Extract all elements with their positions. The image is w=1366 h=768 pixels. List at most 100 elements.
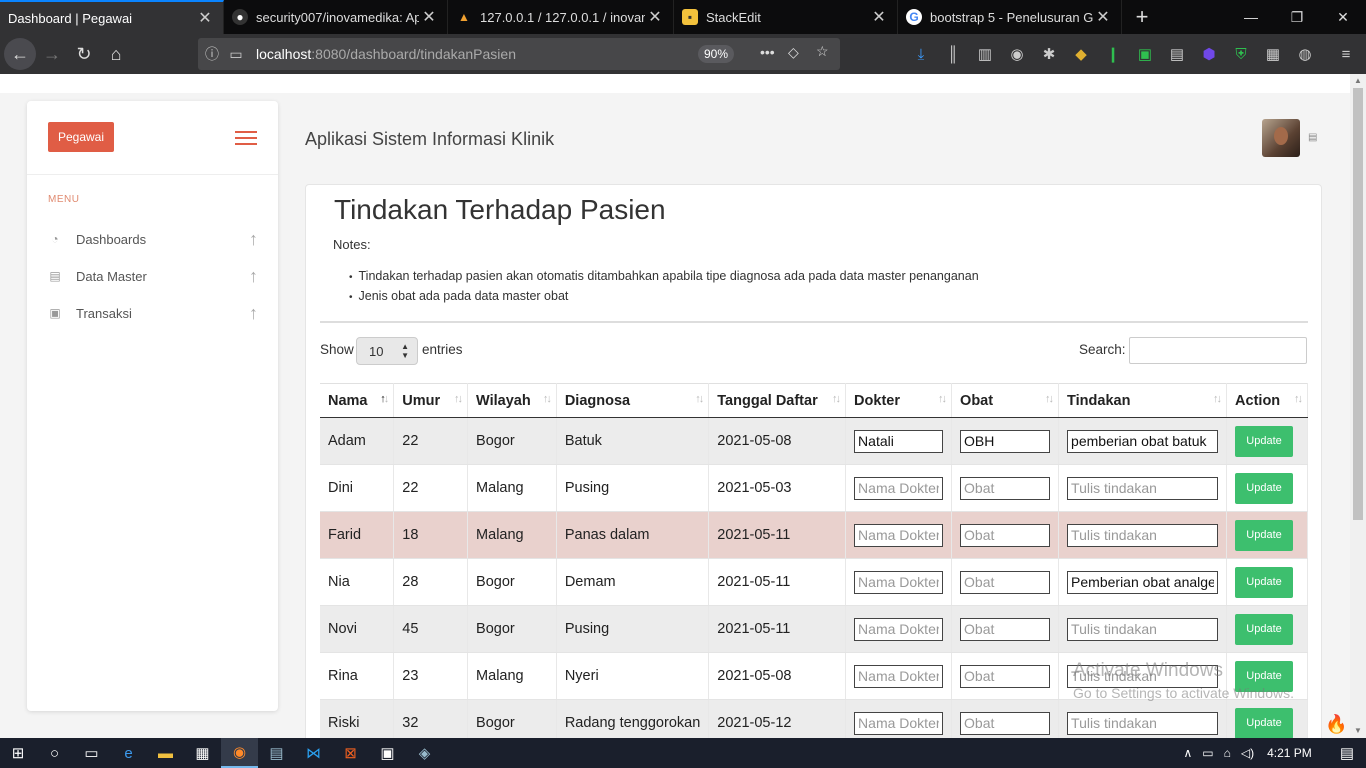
- tab-github[interactable]: ● security007/inovamedika: Aplik ✕: [224, 0, 448, 34]
- extension-icon[interactable]: ▣: [1129, 38, 1161, 70]
- obat-input[interactable]: [960, 664, 1051, 688]
- minimize-icon[interactable]: —: [1228, 0, 1274, 34]
- col-header-umur[interactable]: Umur ↑↓: [393, 383, 469, 418]
- col-header-dokter[interactable]: Dokter ↑↓: [845, 383, 953, 418]
- obat-input[interactable]: [960, 523, 1051, 547]
- account-icon[interactable]: ◉: [1001, 38, 1033, 70]
- network-icon[interactable]: ⌂: [1219, 746, 1236, 760]
- restore-icon[interactable]: ❐: [1274, 0, 1320, 34]
- home-icon[interactable]: ⌂: [100, 38, 132, 70]
- dokter-input[interactable]: [854, 523, 944, 547]
- scroll-up-icon[interactable]: ▲: [1350, 74, 1366, 88]
- update-button[interactable]: Update: [1235, 519, 1294, 551]
- shield-icon[interactable]: ⛨: [1225, 38, 1257, 70]
- tindakan-input[interactable]: [1067, 476, 1219, 500]
- col-header-tindakan[interactable]: Tindakan ↑↓: [1058, 383, 1228, 418]
- task-view-icon[interactable]: ▭: [73, 738, 110, 768]
- dokter-input[interactable]: [854, 664, 944, 688]
- avatar[interactable]: [1262, 119, 1300, 157]
- scroll-down-icon[interactable]: ▼: [1350, 724, 1366, 738]
- dokter-input[interactable]: [854, 570, 944, 594]
- new-tab-icon[interactable]: +: [1122, 0, 1162, 34]
- hamburger-icon[interactable]: [235, 131, 257, 145]
- extension-icon[interactable]: ❙: [1097, 38, 1129, 70]
- tindakan-input[interactable]: [1067, 429, 1219, 453]
- col-header-obat[interactable]: Obat ↑↓: [951, 383, 1060, 418]
- extension-icon[interactable]: ▦: [1257, 38, 1289, 70]
- close-window-icon[interactable]: ✕: [1320, 0, 1366, 34]
- app-icon[interactable]: ▤: [258, 738, 295, 768]
- sidebar-item-data-master[interactable]: ▤ Data Master ↑: [48, 263, 258, 289]
- vscode-icon[interactable]: ⋈: [295, 738, 332, 768]
- store-icon[interactable]: ▦: [184, 738, 221, 768]
- close-tab-icon[interactable]: ✕: [195, 8, 215, 28]
- obat-input[interactable]: [960, 476, 1051, 500]
- sidebar-item-dashboards[interactable]: ◔ Dashboards ↑: [48, 226, 258, 252]
- close-tab-icon[interactable]: ✕: [869, 7, 889, 27]
- tindakan-input[interactable]: [1067, 570, 1219, 594]
- extension-icon[interactable]: ◆: [1065, 38, 1097, 70]
- tindakan-input[interactable]: [1067, 711, 1219, 735]
- menu-icon[interactable]: ≡: [1330, 38, 1362, 70]
- page-actions-icon[interactable]: •••: [760, 44, 775, 60]
- xampp-icon[interactable]: ⊠: [332, 738, 369, 768]
- obat-input[interactable]: [960, 570, 1051, 594]
- file-explorer-icon[interactable]: ▬: [147, 738, 184, 768]
- obat-input[interactable]: [960, 711, 1051, 735]
- site-info-icon[interactable]: ⓘ: [198, 44, 226, 64]
- close-tab-icon[interactable]: ✕: [645, 7, 665, 27]
- extension-icon[interactable]: ✱: [1033, 38, 1065, 70]
- col-header-nama[interactable]: Nama ↑↓: [320, 383, 395, 418]
- forward-icon[interactable]: →: [36, 38, 68, 70]
- zoom-badge[interactable]: 90%: [698, 45, 735, 63]
- firefox-icon[interactable]: ◉: [221, 738, 258, 768]
- fire-icon[interactable]: 🔥: [1325, 714, 1347, 735]
- update-button[interactable]: Update: [1235, 707, 1294, 738]
- tindakan-input[interactable]: [1067, 617, 1219, 641]
- col-header-wilayah[interactable]: Wilayah ↑↓: [467, 383, 557, 418]
- extension-icon[interactable]: ⬢: [1193, 38, 1225, 70]
- bookmark-star-icon[interactable]: ☆: [816, 43, 829, 60]
- reload-icon[interactable]: ↻: [68, 38, 100, 70]
- scrollbar-thumb[interactable]: [1353, 88, 1363, 520]
- tab-stackedit[interactable]: ▪ StackEdit ✕: [674, 0, 898, 34]
- library-icon[interactable]: ║: [937, 38, 969, 70]
- tindakan-input[interactable]: [1067, 523, 1219, 547]
- windows-start-icon[interactable]: ⊞: [0, 738, 36, 768]
- update-button[interactable]: Update: [1235, 613, 1294, 645]
- search-icon[interactable]: ○: [36, 738, 73, 768]
- tab-dashboard[interactable]: Dashboard | Pegawai ✕: [0, 0, 224, 34]
- col-header-tanggal[interactable]: Tanggal Daftar ↑↓: [708, 383, 847, 418]
- download-icon[interactable]: ⤓: [905, 38, 937, 70]
- dokter-input[interactable]: [854, 617, 944, 641]
- update-button[interactable]: Update: [1235, 472, 1294, 504]
- globe-icon[interactable]: ◍: [1289, 38, 1321, 70]
- dokter-input[interactable]: [854, 429, 944, 453]
- col-header-action[interactable]: Action ↑↓: [1226, 383, 1308, 418]
- dokter-input[interactable]: [854, 711, 944, 735]
- chevron-up-icon[interactable]: ∧: [1178, 746, 1197, 760]
- close-tab-icon[interactable]: ✕: [1093, 7, 1113, 27]
- tab-google[interactable]: G bootstrap 5 - Penelusuran Goo ✕: [898, 0, 1122, 34]
- notification-icon[interactable]: ▤: [1328, 744, 1366, 762]
- user-menu-icon[interactable]: ▤: [1308, 132, 1317, 143]
- obat-input[interactable]: [960, 429, 1051, 453]
- obat-input[interactable]: [960, 617, 1051, 641]
- sidebar-item-transaksi[interactable]: ▣ Transaksi ↑: [48, 300, 258, 326]
- update-button[interactable]: Update: [1235, 425, 1294, 457]
- terminal-icon[interactable]: ▣: [369, 738, 406, 768]
- pocket-icon[interactable]: ◇: [788, 44, 799, 61]
- back-icon[interactable]: ←: [4, 38, 36, 70]
- close-tab-icon[interactable]: ✕: [419, 7, 439, 27]
- update-button[interactable]: Update: [1235, 566, 1294, 598]
- col-header-diagnosa[interactable]: Diagnosa ↑↓: [556, 383, 710, 418]
- brand-button[interactable]: Pegawai: [48, 122, 114, 152]
- dokter-input[interactable]: [854, 476, 944, 500]
- sidebar-icon[interactable]: ▥: [969, 38, 1001, 70]
- search-input[interactable]: [1129, 337, 1307, 364]
- edge-icon[interactable]: e: [110, 738, 147, 768]
- entries-select[interactable]: 10 ▲ ▼: [356, 337, 418, 365]
- url-bar[interactable]: ⓘ ▭ localhost:8080/dashboard/tindakanPas…: [198, 38, 840, 70]
- app-icon[interactable]: ◈: [406, 738, 443, 768]
- volume-icon[interactable]: ◁): [1236, 746, 1259, 760]
